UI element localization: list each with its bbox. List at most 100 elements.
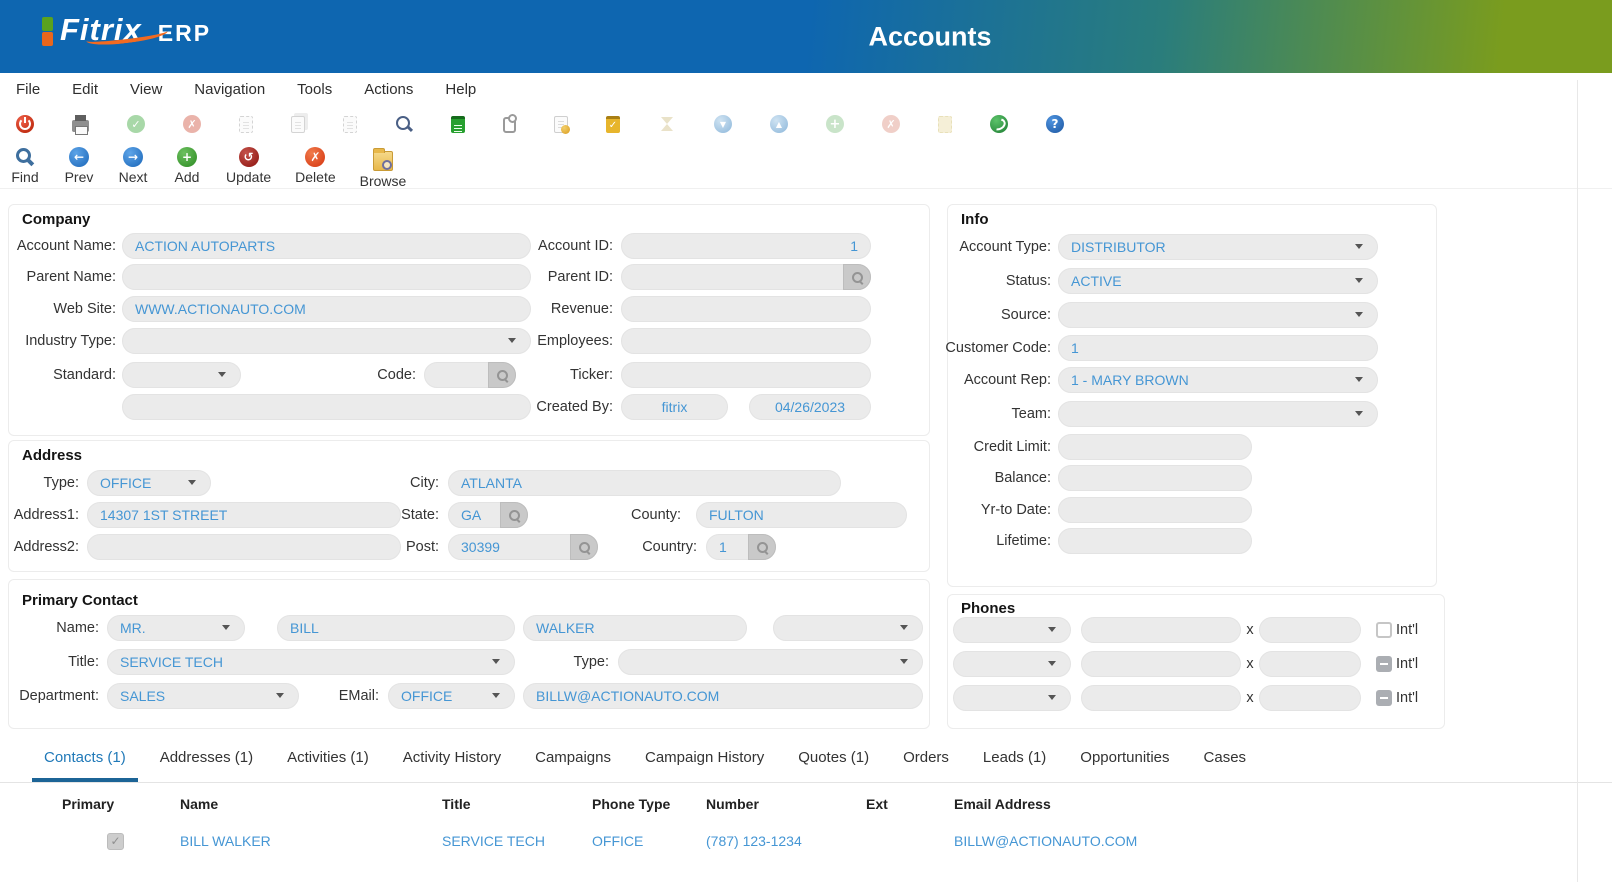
contact-name-cell[interactable]: BILL WALKER [180, 833, 442, 849]
county-input[interactable]: FULTON [696, 502, 907, 528]
account-id-input[interactable]: 1 [621, 233, 871, 259]
quote-money-icon[interactable] [554, 116, 568, 133]
print-icon[interactable] [72, 120, 89, 132]
find-button[interactable]: Find [10, 147, 40, 185]
menu-actions[interactable]: Actions [364, 81, 413, 98]
last-name-input[interactable]: WALKER [523, 615, 747, 641]
scroll-rail[interactable] [1577, 80, 1578, 882]
tab-campaign-history[interactable]: Campaign History [633, 749, 776, 782]
cancel-icon[interactable]: ✗ [183, 115, 201, 133]
industry-type-select[interactable] [122, 328, 531, 354]
phone-ext-input-1[interactable] [1259, 617, 1361, 643]
zoom-icon[interactable] [395, 115, 413, 133]
exit-icon[interactable] [16, 115, 34, 133]
state-lookup-button[interactable] [500, 502, 528, 528]
tab-leads[interactable]: Leads (1) [971, 749, 1058, 782]
contact-phone-type-cell[interactable]: OFFICE [592, 833, 706, 849]
paste-icon[interactable] [343, 116, 357, 133]
tasks-icon[interactable]: ✓ [606, 116, 620, 133]
delete-button[interactable]: ✗ Delete [295, 147, 335, 185]
col-email-address: Email Address [954, 796, 1612, 812]
revenue-input[interactable] [621, 296, 871, 322]
phone-ext-input-2[interactable] [1259, 651, 1361, 677]
company-panel: Company Account Name: ACTION AUTOPARTS A… [8, 204, 930, 436]
prev-button[interactable]: ← Prev [64, 147, 94, 185]
cut-icon[interactable] [239, 116, 253, 133]
employees-input[interactable] [621, 328, 871, 354]
menu-navigation[interactable]: Navigation [194, 81, 265, 98]
web-icon[interactable] [990, 115, 1008, 133]
menu-view[interactable]: View [130, 81, 162, 98]
parent-id-lookup-button[interactable] [843, 264, 871, 290]
account-name-input[interactable]: ACTION AUTOPARTS [122, 233, 531, 259]
menu-help[interactable]: Help [445, 81, 476, 98]
customer-code-input[interactable]: 1 [1058, 335, 1378, 361]
team-select[interactable] [1058, 401, 1378, 427]
tab-addresses[interactable]: Addresses (1) [148, 749, 265, 782]
tab-opportunities[interactable]: Opportunities [1068, 749, 1181, 782]
post-lookup-button[interactable] [570, 534, 598, 560]
phone-number-input-2[interactable] [1081, 651, 1241, 677]
ok-icon[interactable]: ✓ [127, 115, 145, 133]
tab-activities[interactable]: Activities (1) [275, 749, 381, 782]
intl-label-2: Int'l [1396, 651, 1436, 677]
ticker-input[interactable] [621, 362, 871, 388]
attachment-icon[interactable] [503, 117, 516, 133]
contact-title-cell[interactable]: SERVICE TECH [442, 833, 592, 849]
menu-tools[interactable]: Tools [297, 81, 332, 98]
tab-quotes[interactable]: Quotes (1) [786, 749, 881, 782]
credit-limit-input[interactable] [1058, 434, 1252, 460]
find-label: Find [11, 169, 38, 185]
tab-campaigns[interactable]: Campaigns [523, 749, 623, 782]
phone-number-input-3[interactable] [1081, 685, 1241, 711]
contact-number-cell[interactable]: (787) 123-1234 [706, 833, 866, 849]
scroll-down-icon[interactable]: ▼ [714, 115, 732, 133]
first-name-input[interactable]: BILL [277, 615, 515, 641]
browse-button[interactable]: Browse [360, 147, 407, 189]
tab-cases[interactable]: Cases [1192, 749, 1259, 782]
address2-input[interactable] [87, 534, 401, 560]
contact-type-select[interactable] [618, 649, 923, 675]
standard-description-input[interactable] [122, 394, 531, 420]
tab-orders[interactable]: Orders [891, 749, 961, 782]
tab-activity-history[interactable]: Activity History [391, 749, 513, 782]
update-button[interactable]: ↺ Update [226, 147, 271, 185]
intl-checkbox-3[interactable] [1376, 690, 1392, 706]
add-row-icon[interactable]: + [826, 115, 844, 133]
city-input[interactable]: ATLANTA [448, 470, 841, 496]
scroll-up-icon[interactable]: ▲ [770, 115, 788, 133]
menu-file[interactable]: File [16, 81, 40, 98]
source-select[interactable] [1058, 302, 1378, 328]
copy-icon[interactable] [291, 116, 305, 133]
contact-title-select[interactable]: SERVICE TECH [107, 649, 515, 675]
notes-icon[interactable] [451, 116, 465, 133]
country-lookup-button[interactable] [748, 534, 776, 560]
history-icon[interactable] [658, 115, 676, 133]
department-label: Department: [9, 683, 99, 709]
add-button[interactable]: + Add [172, 147, 202, 185]
parent-name-label: Parent Name: [9, 264, 116, 290]
status-select[interactable]: ACTIVE [1058, 268, 1378, 294]
phone-ext-input-3[interactable] [1259, 685, 1361, 711]
phone-number-input-1[interactable] [1081, 617, 1241, 643]
menu-edit[interactable]: Edit [72, 81, 98, 98]
parent-id-input[interactable] [621, 264, 871, 290]
account-rep-select[interactable]: 1 - MARY BROWN [1058, 367, 1378, 393]
intl-checkbox-1[interactable] [1376, 622, 1392, 638]
contacts-table: Primary Name Title Phone Type Number Ext… [0, 787, 1612, 861]
address1-input[interactable]: 14307 1ST STREET [87, 502, 401, 528]
next-button[interactable]: → Next [118, 147, 148, 185]
primary-checkbox[interactable]: ✓ [107, 833, 124, 850]
account-type-select[interactable]: DISTRIBUTOR [1058, 234, 1378, 260]
tab-contacts[interactable]: Contacts (1) [32, 749, 138, 782]
phone-type-caret-icon [1048, 627, 1056, 632]
intl-checkbox-2[interactable] [1376, 656, 1392, 672]
help-icon[interactable]: ? [1046, 115, 1064, 133]
department-select[interactable]: SALES [107, 683, 299, 709]
contact-email-cell[interactable]: BILLW@ACTIONAUTO.COM [954, 833, 1612, 849]
detail-icon[interactable] [938, 116, 952, 133]
web-site-input[interactable]: WWW.ACTIONAUTO.COM [122, 296, 531, 322]
delete-row-icon[interactable]: ✗ [882, 115, 900, 133]
email-input[interactable]: BILLW@ACTIONAUTO.COM [523, 683, 923, 709]
parent-name-input[interactable] [122, 264, 531, 290]
